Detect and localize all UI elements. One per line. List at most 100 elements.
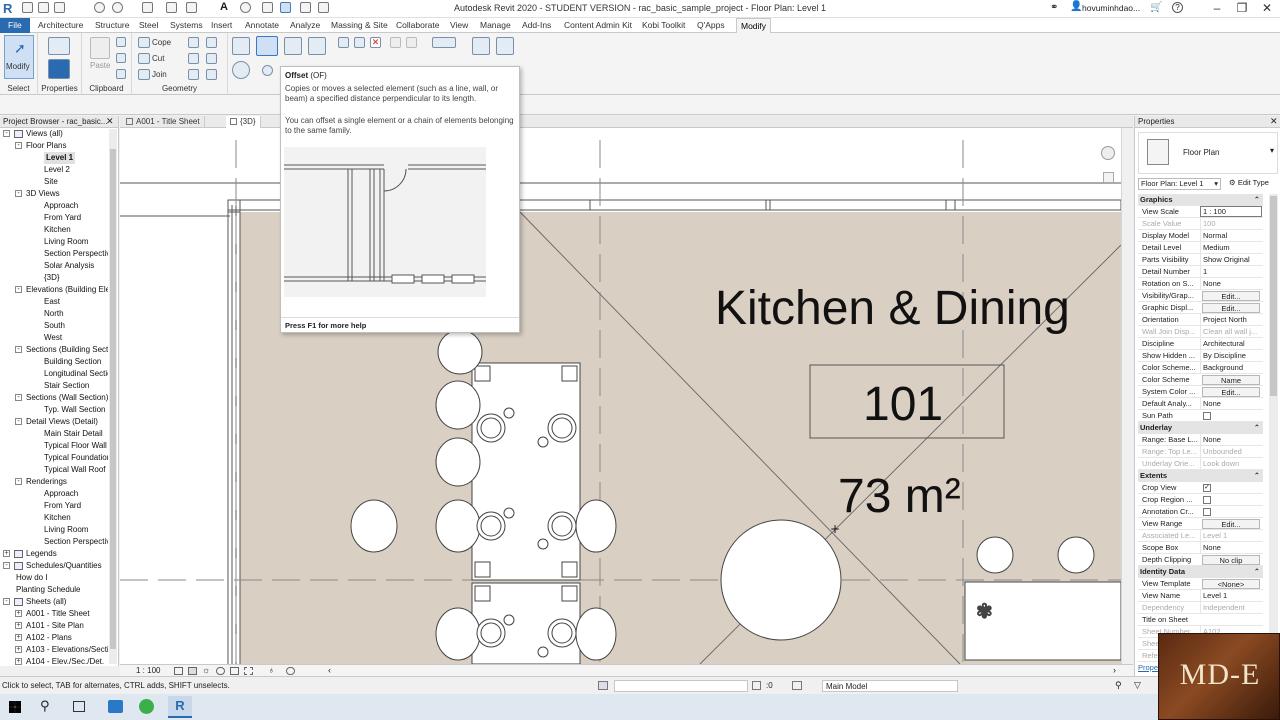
rotate-icon[interactable]: [262, 65, 273, 76]
browser-item[interactable]: - Floor Plans: [0, 140, 108, 152]
drawing-area[interactable]: A001 - Title Sheet {3D} ✾ Kitchen & Dini…: [120, 116, 1133, 676]
property-checkbox[interactable]: [1203, 412, 1211, 420]
section-collapse-icon[interactable]: ⌃: [1254, 566, 1260, 578]
create-assembly-icon[interactable]: [472, 37, 490, 55]
property-edit-button[interactable]: Name: [1202, 375, 1260, 385]
property-row[interactable]: System Color ... Edit...: [1138, 386, 1263, 398]
browser-item[interactable]: Living Room: [0, 524, 108, 536]
browser-item[interactable]: Approach: [0, 488, 108, 500]
property-row[interactable]: Discipline Architectural: [1138, 338, 1263, 350]
property-row[interactable]: Crop View ✓: [1138, 482, 1263, 494]
close-hidden-icon[interactable]: [300, 2, 311, 13]
collapse-icon[interactable]: -: [15, 286, 22, 293]
expand-icon[interactable]: +: [15, 610, 22, 617]
paste-icon[interactable]: [90, 37, 110, 59]
property-edit-button[interactable]: Edit...: [1202, 303, 1260, 313]
browser-icon[interactable]: [139, 699, 154, 714]
select-links-icon[interactable]: ⚲: [1115, 680, 1122, 691]
expand-icon[interactable]: +: [15, 658, 22, 665]
property-row[interactable]: Detail Number 1: [1138, 266, 1263, 278]
property-edit-button[interactable]: <None>: [1202, 579, 1260, 589]
search-icon[interactable]: ⚲: [40, 698, 50, 714]
cut-label[interactable]: Cut: [152, 54, 164, 63]
browser-item[interactable]: Typical Floor Wall: [0, 440, 108, 452]
ribbon-tab-massing-site[interactable]: Massing & Site: [331, 18, 388, 33]
property-row[interactable]: Scope Box None: [1138, 542, 1263, 554]
cope-icon[interactable]: [138, 37, 150, 48]
cut-geometry-icon[interactable]: [138, 53, 150, 64]
property-row[interactable]: Title on Sheet: [1138, 614, 1263, 626]
mirror-axis-icon[interactable]: [284, 37, 302, 55]
dimension-icon[interactable]: [186, 2, 197, 13]
browser-item[interactable]: Planting Schedule: [0, 584, 108, 596]
browser-item[interactable]: Typ. Wall Section: [0, 404, 108, 416]
room-name[interactable]: Kitchen & Dining: [715, 282, 1070, 335]
browser-item[interactable]: West: [0, 332, 108, 344]
browser-item[interactable]: Section Perspective: [0, 248, 108, 260]
cart-icon[interactable]: 🛒: [1150, 2, 1162, 13]
property-edit-button[interactable]: No clip: [1202, 555, 1260, 565]
ribbon-tab-file[interactable]: File: [0, 18, 30, 33]
browser-item[interactable]: Typical Foundation: [0, 452, 108, 464]
browser-item[interactable]: - Detail Views (Detail): [0, 416, 108, 428]
collapse-icon[interactable]: -: [3, 598, 10, 605]
properties-section[interactable]: Extents ⌃: [1138, 470, 1263, 482]
browser-item[interactable]: East: [0, 296, 108, 308]
property-row[interactable]: View Range Edit...: [1138, 518, 1263, 530]
ribbon-tab-annotate[interactable]: Annotate: [245, 18, 279, 33]
browser-item[interactable]: North: [0, 308, 108, 320]
ribbon-tab-analyze[interactable]: Analyze: [290, 18, 320, 33]
browser-item[interactable]: Kitchen: [0, 512, 108, 524]
match-properties-icon[interactable]: [116, 69, 126, 79]
user-name[interactable]: hovuminhdao...: [1082, 3, 1140, 13]
workset-dropdown[interactable]: [614, 680, 748, 692]
browser-item[interactable]: - Sheets (all): [0, 596, 108, 608]
vertical-scrollbar[interactable]: [1121, 128, 1133, 664]
view-tab[interactable]: A001 - Title Sheet: [122, 116, 205, 128]
browser-item[interactable]: + A001 - Title Sheet: [0, 608, 108, 620]
binoculars-icon[interactable]: ⚭: [1050, 2, 1058, 13]
properties-scroll-thumb[interactable]: [1270, 196, 1277, 396]
browser-item[interactable]: -3D Views: [0, 188, 108, 200]
close-button[interactable]: ✕: [1255, 0, 1279, 17]
view-scale[interactable]: 1 : 100: [136, 666, 160, 675]
ribbon-tab-insert[interactable]: Insert: [211, 18, 232, 33]
join-icon[interactable]: [138, 69, 150, 80]
browser-item[interactable]: Main Stair Detail: [0, 428, 108, 440]
model-dropdown[interactable]: Main Model: [822, 680, 958, 692]
browser-item[interactable]: - Sections (Wall Section): [0, 392, 108, 404]
trim-icon[interactable]: [354, 37, 365, 48]
browser-item[interactable]: Kitchen: [0, 224, 108, 236]
browser-item[interactable]: South: [0, 320, 108, 332]
property-row[interactable]: View Name Level 1: [1138, 590, 1263, 602]
browser-item[interactable]: From Yard: [0, 212, 108, 224]
open-icon[interactable]: [22, 2, 33, 13]
browser-item[interactable]: Site: [0, 176, 108, 188]
property-row[interactable]: Range: Base L... None: [1138, 434, 1263, 446]
browser-item[interactable]: + A104 - Elev./Sec./Det.: [0, 656, 108, 666]
detail-level-icon[interactable]: [174, 667, 183, 675]
split-face-icon[interactable]: [206, 37, 217, 48]
ribbon-tab-manage[interactable]: Manage: [480, 18, 511, 33]
collapse-icon[interactable]: -: [15, 346, 22, 353]
windows-start-icon[interactable]: [9, 701, 21, 713]
reveal-hidden-icon[interactable]: [286, 667, 295, 675]
browser-item[interactable]: How do I: [0, 572, 108, 584]
visual-style-icon[interactable]: [188, 667, 197, 675]
section-collapse-icon[interactable]: ⌃: [1254, 470, 1260, 482]
measure-icon[interactable]: [166, 2, 177, 13]
browser-item[interactable]: + A103 - Elevations/Sections: [0, 644, 108, 656]
property-row[interactable]: View Template <None>: [1138, 578, 1263, 590]
property-row[interactable]: Default Analy... None: [1138, 398, 1263, 410]
property-row[interactable]: Crop Region ...: [1138, 494, 1263, 506]
maximize-button[interactable]: ❐: [1230, 0, 1254, 17]
property-row[interactable]: Detail Level Medium: [1138, 242, 1263, 254]
browser-item[interactable]: Level 1: [0, 152, 108, 164]
property-row[interactable]: Display Model Normal: [1138, 230, 1263, 242]
property-row[interactable]: Color Scheme... Background: [1138, 362, 1263, 374]
expand-icon[interactable]: +: [15, 622, 22, 629]
navigation-wheel-icon[interactable]: [1101, 146, 1115, 160]
editable-only-icon[interactable]: [752, 681, 761, 690]
property-row[interactable]: Graphic Displ... Edit...: [1138, 302, 1263, 314]
property-checkbox[interactable]: [1203, 496, 1211, 504]
